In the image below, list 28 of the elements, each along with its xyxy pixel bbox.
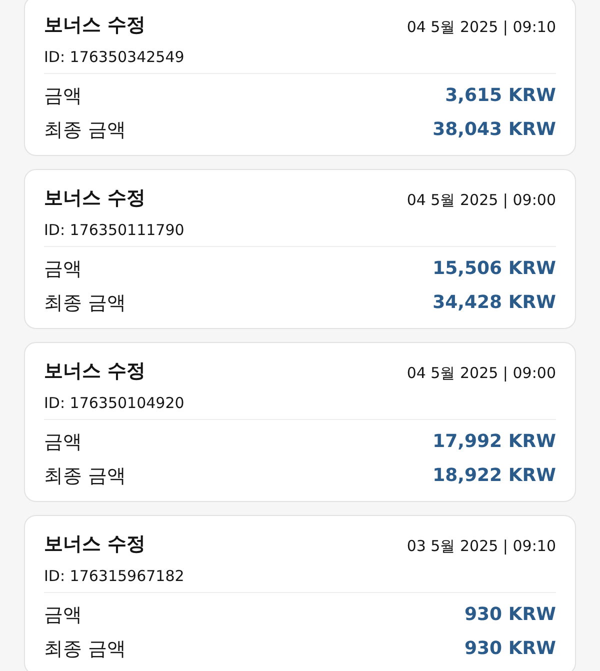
- amount-value: 38,043 KRW: [432, 118, 556, 142]
- transaction-title: 보너스 수정: [44, 186, 146, 211]
- transaction-title: 보너스 수정: [44, 13, 146, 38]
- transaction-id: ID: 176350104920: [44, 393, 184, 414]
- amount-value: 930 KRW: [464, 637, 556, 661]
- transaction-datetime: 04 5월 2025 | 09:00: [406, 190, 556, 210]
- amount-label: 최종 금액: [44, 291, 126, 316]
- transaction-id: ID: 176315967182: [44, 566, 184, 587]
- amount-value: 930 KRW: [464, 603, 556, 627]
- amount-label: 최종 금액: [44, 464, 126, 489]
- amount-label: 금액: [44, 84, 82, 109]
- transaction-datetime: 03 5월 2025 | 09:10: [406, 536, 556, 556]
- amount-value: 15,506 KRW: [432, 257, 556, 281]
- transaction-title: 보너스 수정: [44, 359, 146, 384]
- amount-label: 최종 금액: [44, 118, 126, 143]
- amount-value: 34,428 KRW: [432, 291, 556, 315]
- transaction-datetime: 04 5월 2025 | 09:10: [406, 16, 556, 38]
- transaction-id: ID: 176350111790: [44, 220, 184, 241]
- amount-value: 3,615 KRW: [445, 84, 556, 108]
- amount-label: 금액: [44, 430, 82, 455]
- amount-label: 최종 금액: [44, 637, 126, 662]
- amount-value: 17,992 KRW: [432, 430, 556, 454]
- amount-label: 금액: [44, 603, 82, 628]
- transaction-id: ID: 176350342549: [44, 47, 184, 68]
- transaction-title: 보너스 수정: [44, 532, 146, 557]
- transaction-datetime: 04 5월 2025 | 09:00: [406, 362, 556, 384]
- amount-label: 금액: [44, 257, 82, 282]
- amount-value: 18,922 KRW: [432, 464, 556, 488]
